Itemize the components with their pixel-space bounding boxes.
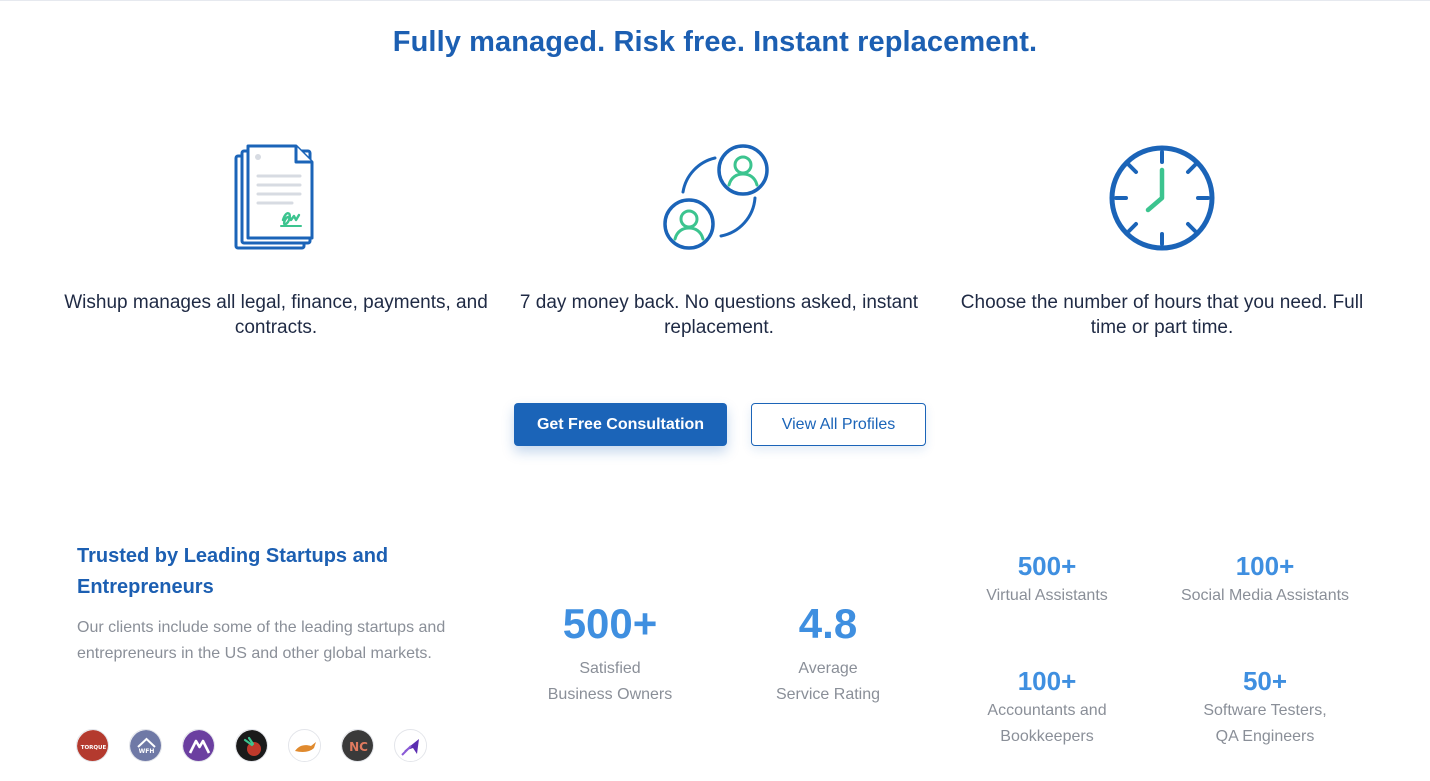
- stat-value: 500+: [562, 600, 658, 647]
- rabbit-logo: [288, 729, 321, 762]
- stat-value: 500+: [1017, 551, 1077, 581]
- wfh-logo: WFH: [129, 729, 162, 762]
- page-headline: Fully managed. Risk free. Instant replac…: [392, 26, 1038, 58]
- stat-business-owners: 500+ Satisfied Business Owners: [510, 600, 710, 708]
- feature-money-back: 7 day money back. No questions asked, in…: [499, 140, 939, 340]
- view-all-profiles-button[interactable]: View All Profiles: [751, 403, 926, 446]
- client-logos: TORQUE WFH NC: [76, 729, 427, 762]
- stat-label: Average Service Rating: [775, 660, 881, 703]
- replacement-users-icon: [499, 140, 939, 256]
- stat-virtual-assistants: 500+ Virtual Assistants: [957, 550, 1137, 609]
- stat-social-media-assistants: 100+ Social Media Assistants: [1160, 550, 1370, 609]
- stat-label: Satisfied Business Owners: [547, 660, 673, 703]
- stat-service-rating: 4.8 Average Service Rating: [728, 600, 928, 708]
- stat-value: 4.8: [798, 600, 858, 647]
- trusted-description: Our clients include some of the leading …: [77, 619, 446, 662]
- feature-contracts-text: Wishup manages all legal, finance, payme…: [64, 292, 488, 338]
- stat-value: 100+: [1235, 551, 1295, 581]
- stat-label: Accountants and Bookkeepers: [987, 702, 1107, 745]
- svg-text:TORQUE: TORQUE: [81, 745, 107, 751]
- feature-hours: Choose the number of hours that you need…: [942, 140, 1382, 340]
- trusted-section: Trusted by Leading Startups and Entrepre…: [77, 541, 477, 666]
- stat-accountants: 100+ Accountants and Bookkeepers: [957, 665, 1137, 750]
- get-free-consultation-button[interactable]: Get Free Consultation: [514, 403, 727, 446]
- stat-value: 100+: [1017, 666, 1077, 696]
- stat-software-testers: 50+ Software Testers, QA Engineers: [1160, 665, 1370, 750]
- contract-documents-icon: [56, 140, 496, 256]
- stat-label: Virtual Assistants: [986, 587, 1108, 604]
- mountain-logo: [182, 729, 215, 762]
- berry-logo: [235, 729, 268, 762]
- stat-label: Social Media Assistants: [1180, 587, 1350, 604]
- clock-icon: [942, 140, 1382, 256]
- trusted-title: Trusted by Leading Startups and Entrepre…: [77, 545, 389, 598]
- feature-money-back-text: 7 day money back. No questions asked, in…: [519, 292, 919, 338]
- stat-value: 50+: [1242, 666, 1288, 696]
- torque-logo: TORQUE: [76, 729, 109, 762]
- stat-label: Software Testers, QA Engineers: [1203, 702, 1327, 745]
- svg-text:WFH: WFH: [139, 748, 155, 755]
- nc-logo: NC: [341, 729, 374, 762]
- arrow-logo: [394, 729, 427, 762]
- feature-contracts: Wishup manages all legal, finance, payme…: [56, 140, 496, 340]
- top-divider: [0, 0, 1430, 1]
- feature-hours-text: Choose the number of hours that you need…: [960, 292, 1364, 338]
- svg-text:NC: NC: [349, 740, 368, 754]
